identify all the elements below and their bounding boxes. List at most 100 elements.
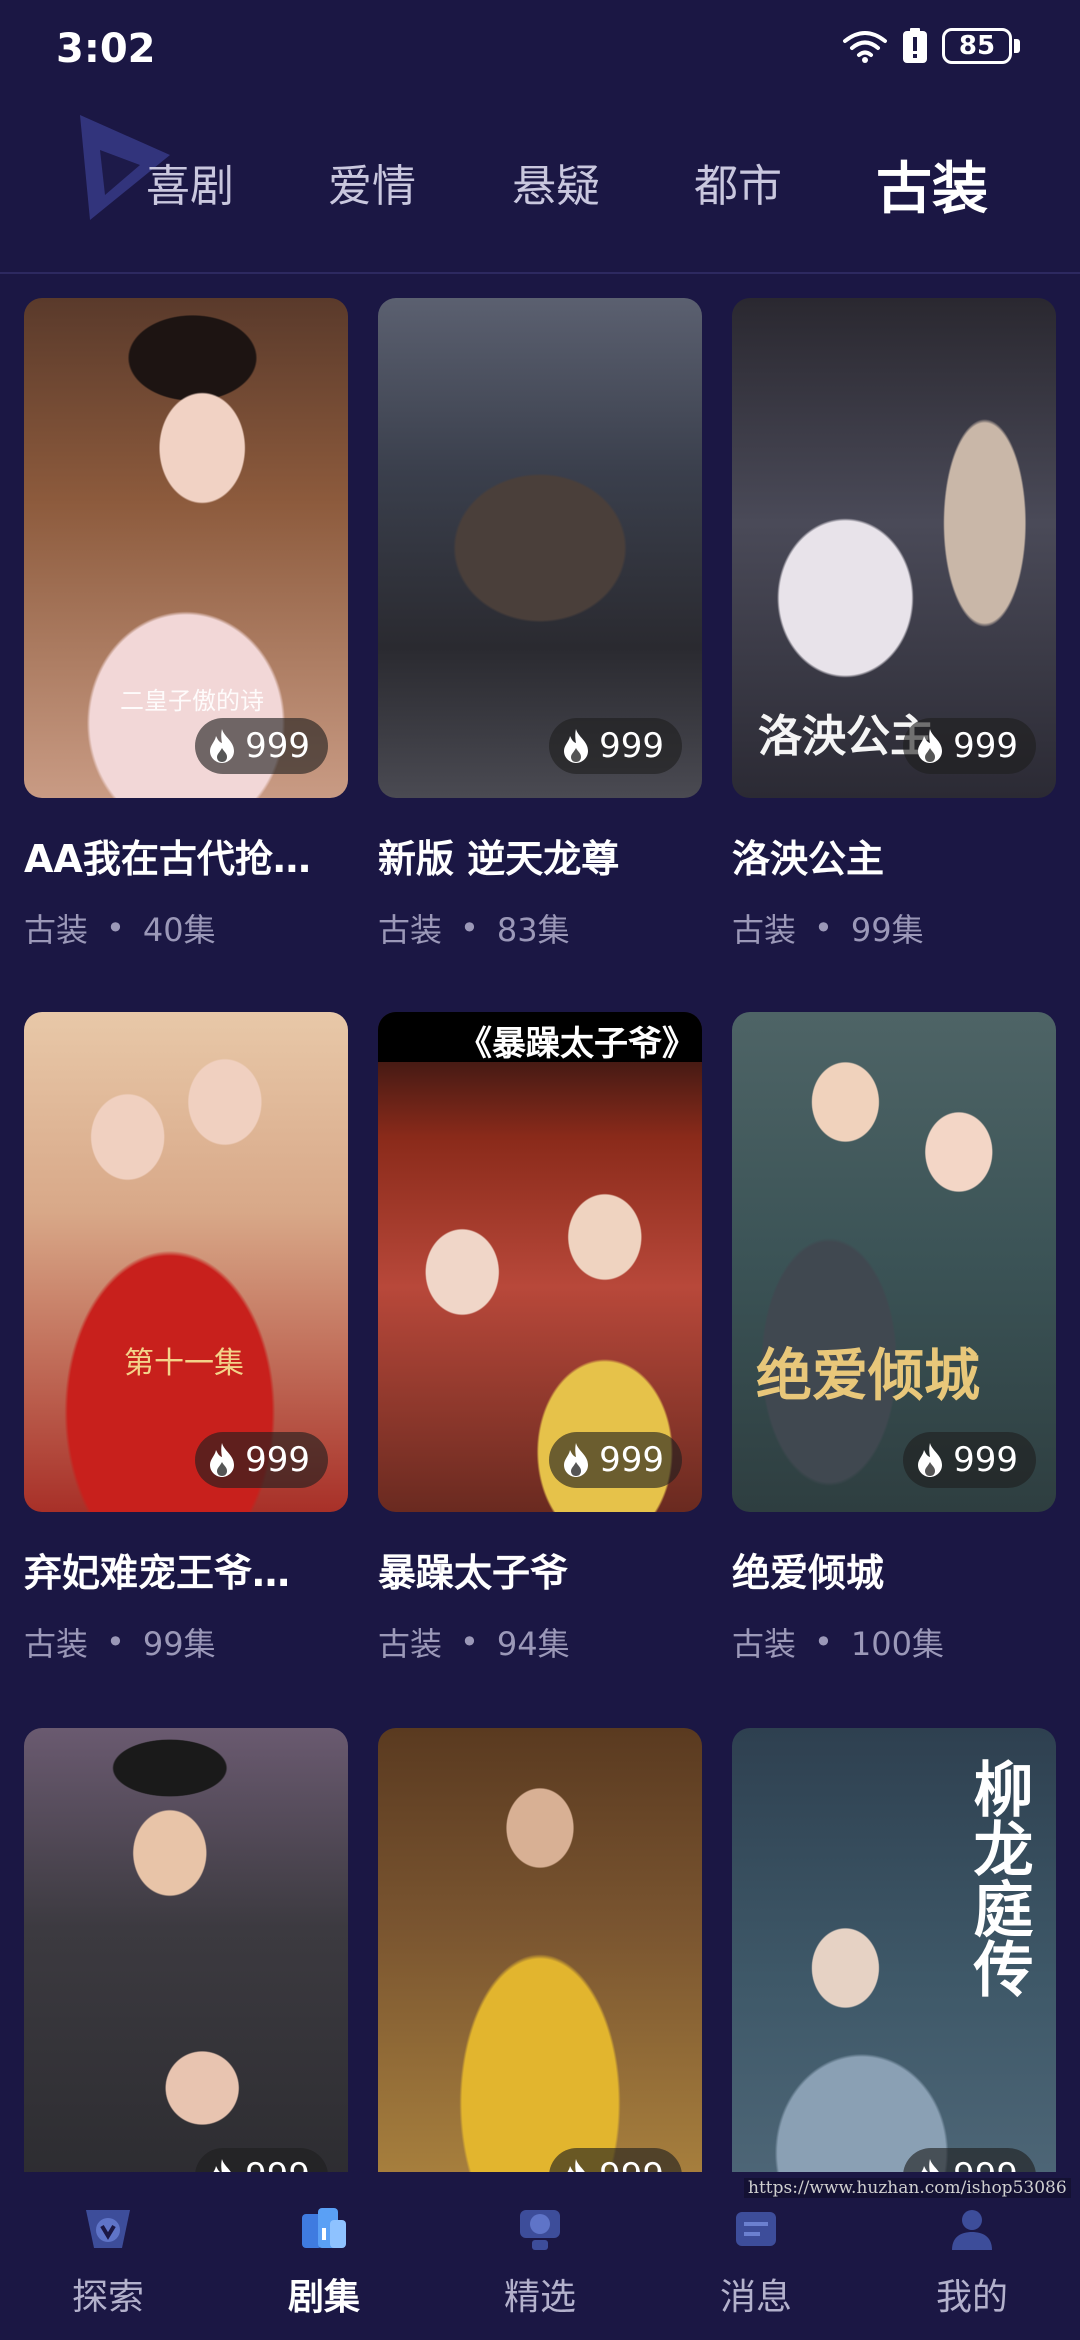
drama-episodes: 94集 xyxy=(496,1625,570,1663)
flame-icon xyxy=(207,728,237,764)
tab-costume[interactable]: 古装 xyxy=(876,144,988,225)
drama-poster[interactable]: 二皇子傲的诗 999 xyxy=(24,298,348,798)
flame-icon xyxy=(207,1442,237,1478)
drama-poster[interactable]: 绝爱倾城 999 xyxy=(732,1012,1056,1512)
meta-separator: • xyxy=(814,909,833,947)
drama-title[interactable]: AA我在古代抢… xyxy=(24,828,348,883)
drama-episodes: 99集 xyxy=(142,1625,216,1663)
poster-caption: 《暴躁太子爷》 xyxy=(458,1024,696,1064)
nav-messages[interactable]: 消息 xyxy=(686,2202,826,2320)
poster-caption: 二皇子傲的诗 xyxy=(120,687,264,715)
heat-badge: 999 xyxy=(549,1432,682,1488)
drama-title[interactable]: 绝爱倾城 xyxy=(732,1542,1056,1597)
nav-episodes[interactable]: 剧集 xyxy=(254,2202,394,2320)
poster-caption: 第十一集 xyxy=(124,1346,244,1381)
nav-label: 消息 xyxy=(719,2277,792,2318)
flame-icon xyxy=(561,1442,591,1478)
drama-poster[interactable]: 第十一集 999 xyxy=(24,1012,348,1512)
heat-badge: 999 xyxy=(195,1432,328,1488)
drama-card[interactable]: 二皇子傲的诗 999 AA我在古代抢… 古装 • 40集 xyxy=(24,298,348,951)
tab-urban[interactable]: 都市 xyxy=(694,150,782,214)
heat-count: 999 xyxy=(953,726,1018,766)
screen: 3:02 85 喜剧 爱情 悬疑 都市 古装 二皇子傲的诗 999 AA我在古代… xyxy=(0,0,1080,2340)
battery-icon: 85 xyxy=(942,28,1020,64)
drama-genre: 古装 xyxy=(378,1625,443,1663)
drama-meta: 古装 • 40集 xyxy=(24,905,348,951)
watermark-url: https://www.huzhan.com/ishop53086 xyxy=(744,2178,1071,2198)
drama-poster[interactable]: 999 xyxy=(24,1728,348,2228)
drama-card[interactable]: 《暴躁太子爷》 999 暴躁太子爷 古装 • 94集 xyxy=(378,1012,702,1665)
drama-episodes: 100集 xyxy=(850,1625,944,1663)
drama-card[interactable]: 999 新版 逆天龙尊 古装 • 83集 xyxy=(378,298,702,951)
tab-mystery[interactable]: 悬疑 xyxy=(512,150,600,214)
drama-card[interactable]: 999 xyxy=(24,1728,348,2228)
heat-badge: 999 xyxy=(195,718,328,774)
heat-badge: 999 xyxy=(549,718,682,774)
flame-icon xyxy=(561,728,591,764)
nav-explore[interactable]: 探索 xyxy=(38,2202,178,2320)
drama-genre: 古装 xyxy=(24,911,89,949)
meta-separator: • xyxy=(106,1623,125,1661)
nav-label: 精选 xyxy=(503,2277,576,2318)
drama-episodes: 40集 xyxy=(142,911,216,949)
battery-level: 85 xyxy=(942,28,1012,64)
drama-title[interactable]: 弃妃难宠王爷… xyxy=(24,1542,348,1597)
tab-romance[interactable]: 爱情 xyxy=(328,150,416,214)
drama-card[interactable]: 绝爱倾城 999 绝爱倾城 古装 • 100集 xyxy=(732,1012,1056,1665)
drama-genre: 古装 xyxy=(732,1625,797,1663)
drama-episodes: 83集 xyxy=(496,911,570,949)
poster-caption: 柳龙庭传 xyxy=(963,1758,1033,1998)
meta-separator: • xyxy=(106,909,125,947)
drama-card[interactable]: 柳龙庭传 999 xyxy=(732,1728,1056,2228)
meta-separator: • xyxy=(460,1623,479,1661)
drama-meta: 古装 • 100集 xyxy=(732,1619,1056,1665)
nav-label: 我的 xyxy=(935,2277,1008,2318)
drama-poster[interactable]: 洛泱公主 999 xyxy=(732,298,1056,798)
drama-title[interactable]: 暴躁太子爷 xyxy=(378,1542,702,1597)
tab-comedy[interactable]: 喜剧 xyxy=(146,150,234,214)
wifi-icon xyxy=(842,29,888,63)
poster-caption: 绝爱倾城 xyxy=(756,1343,980,1409)
heat-badge: 999 xyxy=(903,1432,1036,1488)
drama-card[interactable]: 999 xyxy=(378,1728,702,2228)
profile-icon xyxy=(944,2202,1000,2258)
drama-card[interactable]: 第十一集 999 弃妃难宠王爷… 古装 • 99集 xyxy=(24,1012,348,1665)
heat-badge: 999 xyxy=(903,718,1036,774)
episodes-icon xyxy=(296,2202,352,2258)
message-icon xyxy=(728,2202,784,2258)
heat-count: 999 xyxy=(245,1440,310,1480)
drama-genre: 古装 xyxy=(24,1625,89,1663)
nav-featured[interactable]: 精选 xyxy=(470,2202,610,2320)
heat-count: 999 xyxy=(599,726,664,766)
drama-poster[interactable]: 柳龙庭传 999 xyxy=(732,1728,1056,2228)
meta-separator: • xyxy=(460,909,479,947)
drama-genre: 古装 xyxy=(378,911,443,949)
drama-poster[interactable]: 999 xyxy=(378,1728,702,2228)
drama-card[interactable]: 洛泱公主 999 洛泱公主 古装 • 99集 xyxy=(732,298,1056,951)
featured-icon xyxy=(512,2202,568,2258)
status-time: 3:02 xyxy=(56,26,156,72)
drama-title[interactable]: 洛泱公主 xyxy=(732,828,1056,883)
drama-meta: 古装 • 94集 xyxy=(378,1619,702,1665)
drama-poster[interactable]: 999 xyxy=(378,298,702,798)
nav-label: 剧集 xyxy=(287,2277,360,2318)
battery-saver-icon xyxy=(902,28,928,64)
drama-episodes: 99集 xyxy=(850,911,924,949)
drama-meta: 古装 • 83集 xyxy=(378,905,702,951)
drama-poster[interactable]: 《暴躁太子爷》 999 xyxy=(378,1012,702,1512)
status-bar: 3:02 85 xyxy=(0,0,1080,100)
drama-meta: 古装 • 99集 xyxy=(732,905,1056,951)
heat-count: 999 xyxy=(245,726,310,766)
flame-icon xyxy=(915,1442,945,1478)
heat-count: 999 xyxy=(953,1440,1018,1480)
explore-icon xyxy=(80,2202,136,2258)
heat-count: 999 xyxy=(599,1440,664,1480)
status-icons: 85 xyxy=(842,28,1020,64)
tabs-divider xyxy=(0,272,1080,274)
flame-icon xyxy=(915,728,945,764)
nav-label: 探索 xyxy=(71,2277,144,2318)
nav-profile[interactable]: 我的 xyxy=(902,2202,1042,2320)
drama-title[interactable]: 新版 逆天龙尊 xyxy=(378,828,702,883)
category-tabs: 喜剧 爱情 悬疑 都市 古装 xyxy=(0,110,1080,270)
drama-genre: 古装 xyxy=(732,911,797,949)
